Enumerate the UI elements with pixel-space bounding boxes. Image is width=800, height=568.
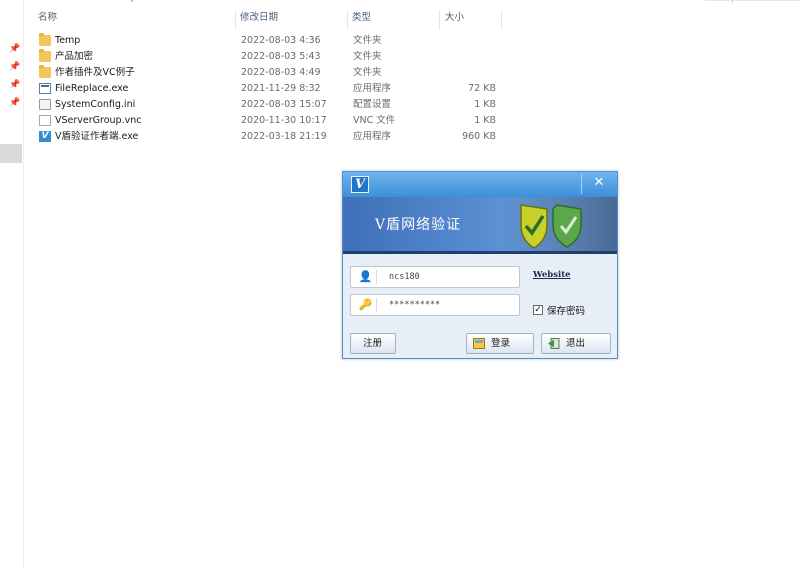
file-row[interactable]: FileReplace.exe 2021-11-29 8:32 应用程序 72 … — [38, 81, 508, 97]
file-type: 文件夹 — [353, 51, 382, 62]
window-edge-tick — [732, 0, 733, 3]
column-separator[interactable] — [439, 10, 440, 30]
file-date: 2020-11-30 10:17 — [241, 115, 327, 126]
file-size: 960 KB — [462, 131, 496, 142]
file-size: 72 KB — [468, 83, 496, 94]
nav-selected-item[interactable] — [0, 144, 22, 163]
v-app-icon: V — [39, 131, 51, 142]
sort-ascending-icon: ˄ — [130, 0, 135, 10]
file-type: 应用程序 — [353, 83, 392, 94]
app-logo-icon: V — [351, 176, 369, 193]
column-separator[interactable] — [347, 10, 348, 30]
file-date: 2022-03-18 21:19 — [241, 131, 327, 142]
file-size: 1 KB — [474, 115, 496, 126]
file-date: 2022-08-03 4:49 — [241, 67, 321, 78]
column-header-name[interactable]: 名称 — [38, 6, 57, 30]
user-icon: 👤 — [355, 270, 377, 284]
file-row[interactable]: Temp 2022-08-03 4:36 文件夹 — [38, 33, 508, 49]
file-name: VServerGroup.vnc — [55, 115, 142, 126]
remember-password-checkbox[interactable]: ✓ — [533, 305, 543, 315]
titlebar-divider — [581, 174, 582, 194]
file-date: 2022-08-03 4:36 — [241, 35, 321, 46]
register-button[interactable]: 注册 — [350, 333, 396, 354]
folder-icon — [39, 49, 51, 62]
file-date: 2022-08-03 5:43 — [241, 51, 321, 62]
login-button-label: 登录 — [491, 338, 511, 349]
file-name: Temp — [55, 35, 81, 46]
file-row[interactable]: VServerGroup.vnc 2020-11-30 10:17 VNC 文件… — [38, 113, 508, 129]
column-header-type[interactable]: 类型 — [352, 6, 371, 30]
pin-icon[interactable]: 📌 — [9, 80, 20, 90]
column-separator[interactable] — [235, 10, 236, 30]
window-edge — [705, 0, 800, 1]
pin-icon[interactable]: 📌 — [9, 62, 20, 72]
banner-title: V盾网络验证 — [375, 217, 462, 233]
file-row[interactable]: SystemConfig.ini 2022-08-03 15:07 配置设置 1… — [38, 97, 508, 113]
remember-password-label: 保存密码 — [547, 306, 586, 317]
exit-button-label: 退出 — [566, 338, 586, 349]
dialog-titlebar[interactable]: V ✕ — [343, 172, 617, 197]
file-type: 配置设置 — [353, 99, 392, 110]
file-size: 1 KB — [474, 99, 496, 110]
column-header-size[interactable]: 大小 — [445, 6, 464, 30]
username-input[interactable]: 👤 ncs180 — [350, 266, 520, 288]
login-dialog: V ✕ V盾网络验证 👤 ncs180 🔑 ********** Website… — [342, 171, 618, 359]
banner: V盾网络验证 — [343, 197, 617, 251]
key-icon: 🔑 — [355, 298, 377, 312]
file-name: SystemConfig.ini — [55, 99, 136, 110]
username-value: ncs180 — [389, 272, 420, 282]
pin-icon[interactable]: 📌 — [9, 98, 20, 108]
exe-icon — [39, 83, 51, 94]
login-icon — [473, 338, 485, 349]
file-type: 文件夹 — [353, 35, 382, 46]
pin-icon[interactable]: 📌 — [9, 44, 20, 54]
file-date: 2021-11-29 8:32 — [241, 83, 321, 94]
exit-icon — [548, 338, 560, 349]
folder-icon — [39, 33, 51, 46]
column-header-bar: ˄ 名称 修改日期 类型 大小 — [30, 0, 800, 30]
file-type: VNC 文件 — [353, 115, 396, 126]
close-button[interactable]: ✕ — [587, 174, 611, 192]
vnc-file-icon — [39, 115, 51, 126]
file-date: 2022-08-03 15:07 — [241, 99, 327, 110]
ini-file-icon — [39, 99, 51, 110]
file-name: FileReplace.exe — [55, 83, 129, 94]
file-type: 应用程序 — [353, 131, 392, 142]
column-header-date[interactable]: 修改日期 — [240, 6, 278, 30]
folder-icon — [39, 65, 51, 78]
login-button[interactable]: 登录 — [466, 333, 534, 354]
file-name: V盾验证作者端.exe — [55, 131, 139, 142]
file-type: 文件夹 — [353, 67, 382, 78]
register-button-label: 注册 — [363, 338, 383, 349]
file-row[interactable]: V V盾验证作者端.exe 2022-03-18 21:19 应用程序 960 … — [38, 129, 508, 145]
website-link[interactable]: Website — [533, 270, 571, 280]
file-name: 产品加密 — [55, 51, 94, 62]
navigation-pane: 📌 📌 📌 📌 — [0, 0, 24, 568]
exit-button[interactable]: 退出 — [541, 333, 611, 354]
file-name: 作者插件及VC例子 — [55, 67, 135, 78]
password-value: ********** — [389, 300, 441, 310]
column-separator[interactable] — [501, 10, 502, 30]
file-row[interactable]: 作者插件及VC例子 2022-08-03 4:49 文件夹 — [38, 65, 508, 81]
password-input[interactable]: 🔑 ********** — [350, 294, 520, 316]
file-row[interactable]: 产品加密 2022-08-03 5:43 文件夹 — [38, 49, 508, 65]
shield-logo-icon — [520, 204, 582, 249]
banner-edge — [343, 251, 617, 254]
